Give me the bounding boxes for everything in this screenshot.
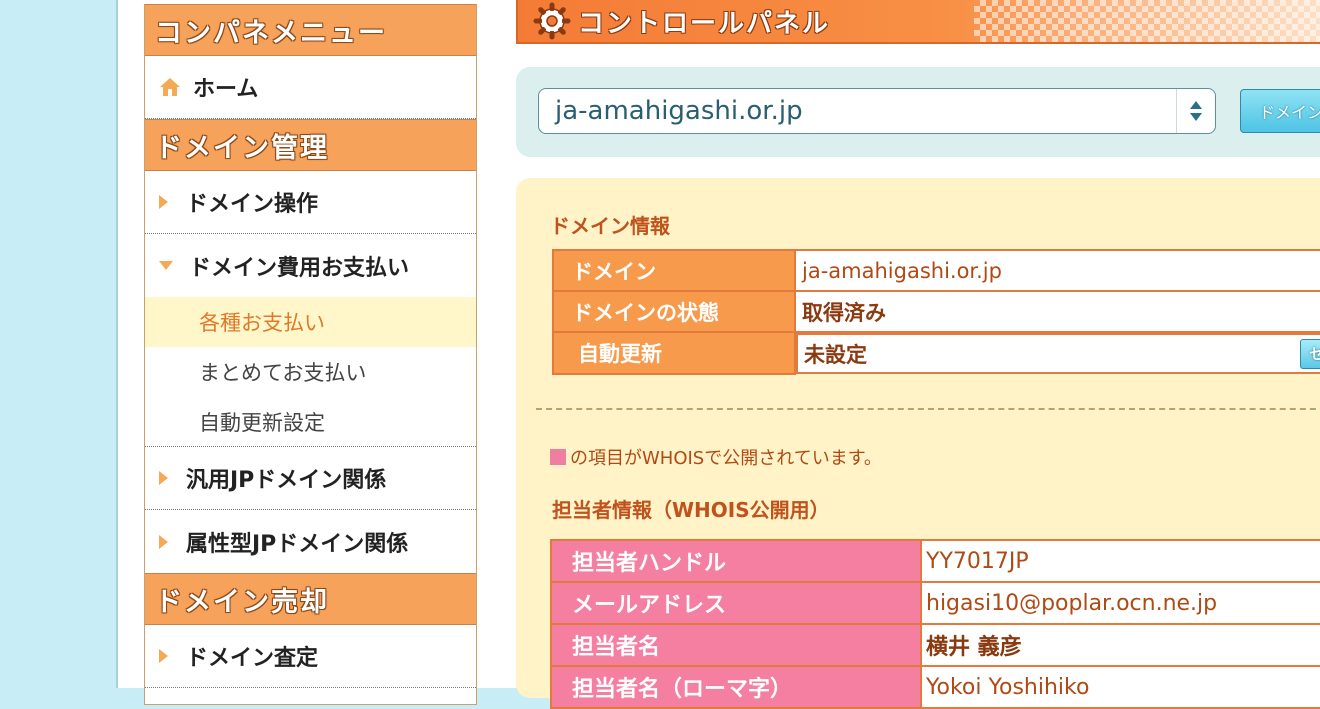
triangle-right-icon: [159, 471, 168, 485]
whois-notice: の項目がWHOISで公開されています。: [550, 444, 882, 470]
divider: [536, 408, 1320, 410]
domain-sale-title: ドメイン売却: [155, 586, 329, 618]
table-value: YY7017JP: [920, 539, 1320, 583]
contact-info-table: 担当者ハンドル YY7017JP メールアドレス higasi10@poplar…: [550, 539, 1320, 709]
table-value-cell: 未設定 セット: [796, 333, 1320, 374]
table-row: ドメイン ja-amahigashi.or.jp: [552, 249, 1320, 292]
sidebar-subitem-label: まとめてお支払い: [199, 361, 367, 385]
domain-info-title: ドメイン情報: [550, 214, 670, 238]
sidebar-item-generic-jp[interactable]: 汎用JPドメイン関係: [145, 447, 476, 510]
table-row: 自動更新 未設定 セット: [552, 331, 1320, 375]
sidebar-item-label: 汎用JPドメイン関係: [186, 468, 387, 493]
home-icon: [160, 78, 180, 96]
table-row: メールアドレス higasi10@poplar.ocn.ne.jp: [550, 581, 1320, 625]
table-key: ドメインの状態: [552, 290, 796, 333]
gear-icon: [533, 2, 571, 40]
table-value: 取得済み: [794, 290, 1320, 333]
sidebar-item-label: ドメイン費用お支払い: [189, 255, 410, 281]
domain-select[interactable]: ja-amahigashi.or.jp: [538, 88, 1216, 134]
triangle-right-icon: [159, 649, 168, 663]
sidebar-item-domain-appraisal[interactable]: ドメイン査定: [145, 625, 476, 688]
triangle-right-icon: [159, 195, 168, 209]
domain-mgmt-header: ドメイン管理: [145, 119, 476, 171]
menu-title: コンパネメニュー: [155, 17, 387, 49]
domain-sale-header: ドメイン売却: [145, 573, 476, 625]
info-panel: ドメイン情報 ドメイン ja-amahigashi.or.jp ドメインの状態 …: [516, 178, 1320, 709]
table-row: 担当者名 横井 義彦: [550, 623, 1320, 667]
table-key: ドメイン: [552, 249, 796, 292]
sidebar-item-label: ホーム: [193, 77, 259, 102]
sidebar-subitem-auto-renew[interactable]: 自動更新設定: [145, 397, 476, 447]
sidebar-item-home[interactable]: ホーム: [145, 56, 476, 119]
sidebar-subitem-label: 自動更新設定: [199, 410, 325, 435]
table-value: 未設定: [804, 342, 867, 367]
sidebar-item-attr-jp[interactable]: 属性型JPドメイン関係: [145, 510, 476, 573]
header-pattern: [974, 0, 1320, 42]
table-row: 担当者名（ローマ字） Yokoi Yoshihiko: [550, 665, 1320, 709]
table-key: 担当者ハンドル: [550, 539, 922, 583]
domain-info-table: ドメイン ja-amahigashi.or.jp ドメインの状態 取得済み 自動…: [552, 249, 1320, 375]
table-value: higasi10@poplar.ocn.ne.jp: [920, 581, 1320, 625]
triangle-down-icon: [159, 261, 173, 270]
select-arrows-icon: [1176, 89, 1215, 133]
domain-change-button[interactable]: ドメイン: [1240, 89, 1320, 133]
sidebar-subitem-payments[interactable]: 各種お支払い: [145, 297, 476, 347]
page-title: コントロールパネル: [578, 8, 831, 39]
set-button[interactable]: セット: [1300, 338, 1320, 369]
domain-selector-box: ja-amahigashi.or.jp ドメイン: [516, 67, 1320, 157]
sidebar-subitem-label: 各種お支払い: [199, 311, 325, 335]
table-row: 担当者ハンドル YY7017JP: [550, 539, 1320, 583]
sidebar-item-label: 属性型JPドメイン関係: [186, 531, 409, 557]
sidebar-item-label: ドメイン操作: [186, 192, 319, 217]
sidebar: コンパネメニュー ホーム ドメイン管理 ドメイン操作 ドメイン費用お支払い 各種…: [144, 4, 477, 705]
whois-notice-text: の項目がWHOISで公開されています。: [570, 448, 882, 469]
domain-mgmt-title: ドメイン管理: [155, 132, 329, 164]
control-panel-header: コントロールパネル: [516, 0, 1320, 44]
domain-select-value: ja-amahigashi.or.jp: [555, 96, 803, 126]
table-value: Yokoi Yoshihiko: [920, 665, 1320, 709]
sidebar-item-label: ドメイン査定: [186, 646, 319, 671]
table-row: ドメインの状態 取得済み: [552, 290, 1320, 333]
table-key: 担当者名（ローマ字）: [550, 665, 922, 709]
table-key: 自動更新: [552, 331, 796, 375]
sidebar-item-domain-fees[interactable]: ドメイン費用お支払い: [145, 234, 476, 297]
table-key: メールアドレス: [550, 581, 922, 625]
sidebar-item-domain-ops[interactable]: ドメイン操作: [145, 171, 476, 234]
menu-header: コンパネメニュー: [145, 4, 476, 56]
contact-info-title: 担当者情報（WHOIS公開用）: [552, 498, 830, 522]
table-value: 横井 義彦: [920, 623, 1320, 667]
pink-square-icon: [550, 449, 566, 465]
sidebar-subitem-bulk-payment[interactable]: まとめてお支払い: [145, 347, 476, 397]
table-key: 担当者名: [550, 623, 922, 667]
table-value: ja-amahigashi.or.jp: [794, 249, 1320, 292]
triangle-right-icon: [159, 534, 168, 549]
